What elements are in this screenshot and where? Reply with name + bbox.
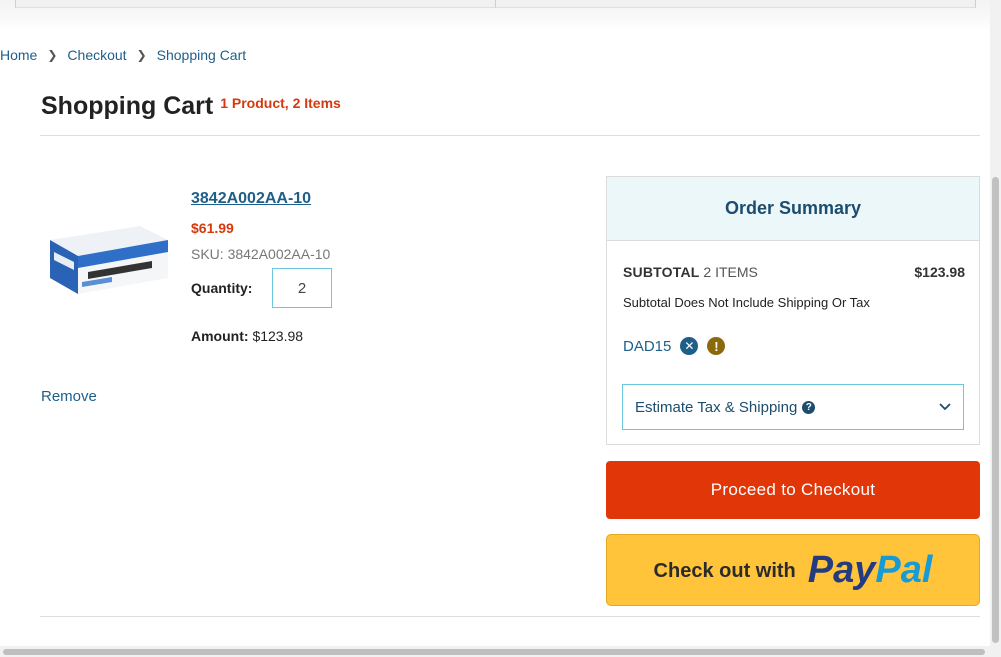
remove-link[interactable]: Remove <box>41 388 97 405</box>
title-row: Shopping Cart 1 Product, 2 Items <box>41 92 341 121</box>
cart-count: 1 Product, 2 Items <box>220 95 341 111</box>
paypal-logo: PayPal <box>808 549 933 592</box>
top-nav-cell[interactable] <box>495 0 976 8</box>
help-icon[interactable]: ? <box>802 400 816 414</box>
amount-label: Amount: <box>191 328 249 344</box>
subtotal-value: $123.98 <box>914 264 965 280</box>
warning-icon[interactable]: ! <box>707 337 726 355</box>
estimate-tax-shipping-toggle[interactable]: Estimate Tax & Shipping ? <box>622 384 964 430</box>
coupon-code: DAD15 <box>623 337 672 355</box>
paypal-prefix: Check out with <box>653 560 796 582</box>
vertical-scrollbar-thumb[interactable] <box>992 177 999 643</box>
subtotal-label: SUBTOTAL <box>623 264 700 280</box>
paypal-logo-pal: Pal <box>875 548 933 591</box>
page-title: Shopping Cart <box>41 92 214 120</box>
top-nav-cell[interactable] <box>15 0 496 8</box>
line-amount: Amount: $123.98 <box>191 328 303 344</box>
product-name-link[interactable]: 3842A002AA-10 <box>191 190 311 208</box>
divider <box>40 135 980 136</box>
product-image[interactable] <box>42 212 172 302</box>
chevron-down-icon <box>939 403 951 411</box>
quantity-label: Quantity: <box>191 280 253 296</box>
subtotal-label-group: SUBTOTAL 2 ITEMS <box>623 264 758 280</box>
chevron-right-icon: ❯ <box>136 48 147 62</box>
amount-value: $123.98 <box>252 328 304 344</box>
divider <box>40 616 980 617</box>
paypal-checkout-button[interactable]: Check out with PayPal <box>606 534 980 606</box>
product-price: $61.99 <box>191 220 234 236</box>
subtotal-row: SUBTOTAL 2 ITEMS $123.98 <box>623 264 965 280</box>
estimate-label: Estimate Tax & Shipping <box>635 398 798 416</box>
order-summary-panel: Order Summary SUBTOTAL 2 ITEMS $123.98 S… <box>606 176 980 445</box>
horizontal-scrollbar-thumb[interactable] <box>3 649 985 655</box>
paypal-logo-pay: Pay <box>807 548 876 591</box>
breadcrumb: Home ❯ Checkout ❯ Shopping Cart <box>0 47 246 63</box>
remove-coupon-icon[interactable]: ✕ <box>680 337 699 355</box>
breadcrumb-checkout[interactable]: Checkout <box>67 47 126 63</box>
subtotal-items: 2 ITEMS <box>703 264 758 280</box>
top-nav-bar <box>0 0 990 30</box>
coupon-row: DAD15 ✕ ! <box>623 337 726 355</box>
subtotal-note: Subtotal Does Not Include Shipping Or Ta… <box>623 295 870 310</box>
order-summary-title: Order Summary <box>607 177 979 241</box>
breadcrumb-home[interactable]: Home <box>0 47 37 63</box>
proceed-to-checkout-button[interactable]: Proceed to Checkout <box>606 461 980 519</box>
chevron-right-icon: ❯ <box>47 48 58 62</box>
breadcrumb-shopping-cart[interactable]: Shopping Cart <box>157 47 247 63</box>
quantity-input[interactable] <box>272 268 332 308</box>
product-sku: SKU: 3842A002AA-10 <box>191 246 331 262</box>
